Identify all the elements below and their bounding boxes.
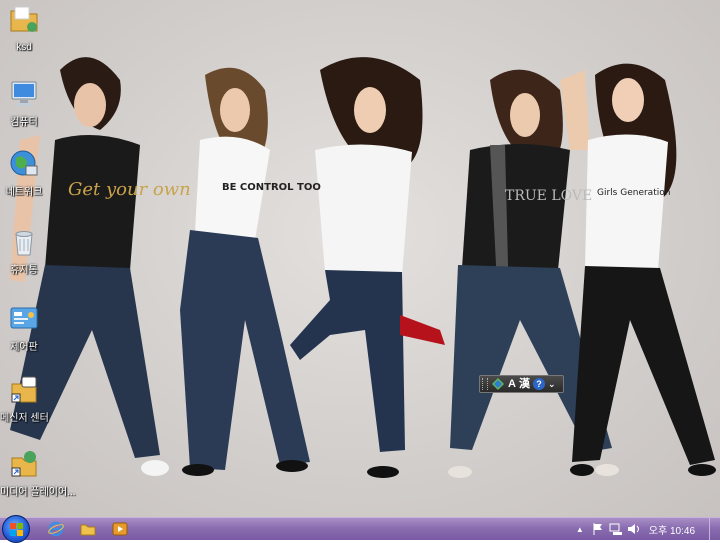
desktop-icon-messenger-center[interactable]: 메신저 센터 bbox=[0, 374, 49, 424]
input-mode-button[interactable]: A bbox=[508, 376, 516, 392]
internet-explorer-icon bbox=[48, 521, 64, 537]
system-clock[interactable]: 오후 10:46 bbox=[649, 522, 695, 537]
taskbar: ▲ 오후 10:46 bbox=[0, 515, 720, 543]
desktop-icon-control-panel[interactable]: 제어판 bbox=[0, 303, 48, 353]
desktop-icon-label: 휴지통 bbox=[10, 265, 38, 276]
folder-icon bbox=[80, 524, 96, 536]
wallpaper-figure-5 bbox=[570, 63, 716, 476]
wallpaper-figure-2 bbox=[180, 67, 310, 476]
media-shortcut-icon bbox=[11, 451, 37, 477]
action-center-flag-icon[interactable] bbox=[591, 522, 605, 536]
taskbar-internet-explorer[interactable] bbox=[42, 519, 70, 539]
shirt-text-3: TRUE LOVE bbox=[505, 188, 592, 204]
desktop-icon-label: 컴퓨터 bbox=[10, 117, 38, 128]
desktop-icon-network[interactable]: 네트워크 bbox=[0, 148, 48, 198]
desktop: Get your own BE CONTROL TOO TRUE LOVE Gi… bbox=[0, 0, 720, 517]
desktop-icon-label: 네트워크 bbox=[5, 187, 43, 198]
desktop-icon-ksd[interactable]: ksd bbox=[0, 3, 48, 53]
input-method-icon[interactable] bbox=[491, 377, 505, 391]
shirt-text-4: Girls Generation bbox=[597, 188, 670, 198]
desktop-icon-media-shortcut[interactable]: 미디어 플레이어... bbox=[0, 448, 76, 498]
network-status-icon[interactable] bbox=[609, 522, 623, 536]
desktop-icon-recycle-bin[interactable]: 휴지통 bbox=[0, 226, 48, 276]
shirt-text-2: BE CONTROL TOO bbox=[222, 182, 321, 193]
language-bar-grip[interactable] bbox=[482, 378, 488, 390]
desktop-icon-label: 제어판 bbox=[10, 342, 38, 353]
desktop-icon-label: 미디어 플레이어... bbox=[0, 487, 76, 498]
wallpaper-photo: Get your own BE CONTROL TOO TRUE LOVE Gi… bbox=[10, 57, 716, 478]
shirt-text-1: Get your own bbox=[68, 179, 191, 200]
recycle-bin-icon bbox=[15, 231, 33, 256]
network-globe-icon bbox=[10, 150, 38, 176]
desktop-icon-label: 메신저 센터 bbox=[0, 413, 49, 424]
media-player-icon bbox=[112, 522, 128, 536]
taskbar-media-player[interactable] bbox=[106, 519, 134, 539]
folder-icon bbox=[10, 6, 38, 32]
help-button[interactable]: ? bbox=[532, 378, 545, 390]
language-bar-menu-button[interactable]: ⌄ bbox=[548, 376, 556, 392]
notification-area: ▲ 오후 10:46 bbox=[571, 518, 720, 540]
show-hidden-icons-button[interactable]: ▲ bbox=[573, 522, 587, 536]
desktop-icon-label: ksd bbox=[16, 42, 32, 53]
hanja-button[interactable]: 漢 bbox=[519, 376, 530, 392]
language-bar[interactable]: A 漢 ? ⌄ bbox=[479, 375, 564, 393]
desktop-icon-computer[interactable]: 컴퓨터 bbox=[0, 78, 48, 128]
volume-icon[interactable] bbox=[627, 522, 641, 536]
control-panel-icon bbox=[10, 307, 38, 329]
taskbar-windows-explorer[interactable] bbox=[74, 519, 102, 539]
show-desktop-button[interactable] bbox=[709, 518, 720, 540]
windows-start-orb-icon bbox=[10, 523, 23, 536]
wallpaper-figure-3 bbox=[290, 57, 445, 478]
computer-icon bbox=[11, 81, 37, 106]
messenger-shortcut-icon bbox=[11, 376, 37, 403]
